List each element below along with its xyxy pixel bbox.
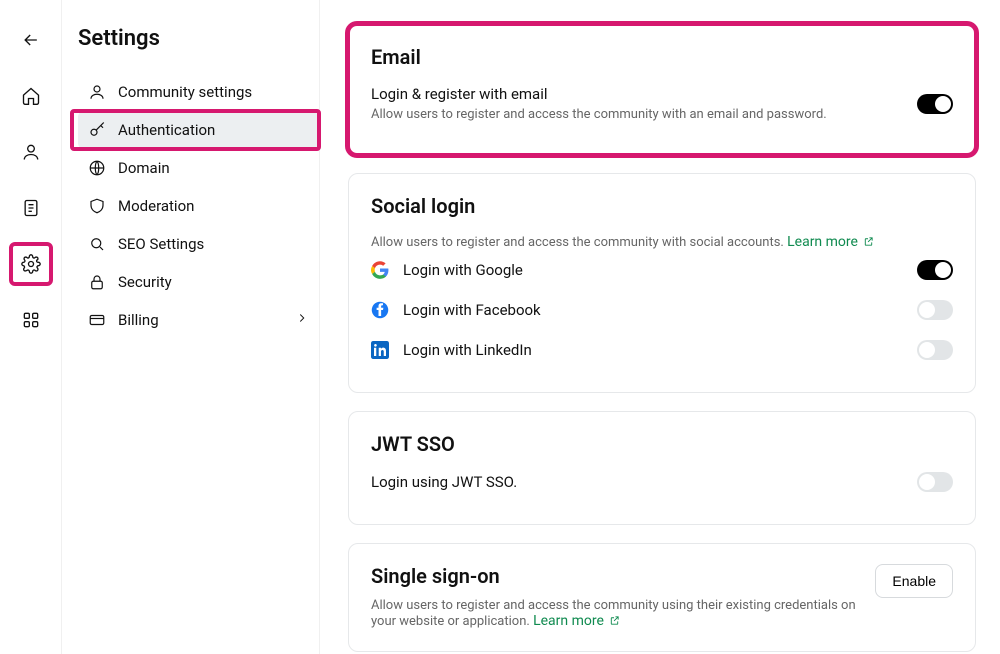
sso-learn-more-link[interactable]: Learn more (533, 613, 620, 629)
home-icon (21, 86, 41, 106)
nav-home[interactable] (11, 76, 51, 116)
back-button[interactable] (11, 20, 51, 60)
card-heading: Single sign-on (371, 564, 875, 588)
sidebar-item-label: Authentication (118, 121, 215, 139)
icon-rail (0, 0, 62, 654)
toggle-email-login[interactable] (917, 94, 953, 114)
nav-content[interactable] (11, 188, 51, 228)
sidebar-item-moderation[interactable]: Moderation (78, 187, 319, 225)
toggle-google[interactable] (917, 260, 953, 280)
settings-sidebar: Settings Community settings Authenticati… (62, 0, 320, 654)
external-link-icon (863, 236, 874, 247)
shield-icon (88, 197, 106, 215)
nav-people[interactable] (11, 132, 51, 172)
search-icon (88, 235, 106, 253)
email-login-sub: Allow users to register and access the c… (371, 107, 827, 122)
sidebar-item-domain[interactable]: Domain (78, 149, 319, 187)
sidebar-item-label: Moderation (118, 197, 194, 215)
sidebar-item-community[interactable]: Community settings (78, 73, 319, 111)
card-social-login: Social login Allow users to register and… (348, 173, 976, 393)
lock-icon (88, 273, 106, 291)
sidebar-item-label: Domain (118, 159, 170, 177)
provider-label: Login with Facebook (403, 301, 541, 319)
chevron-right-icon (295, 311, 309, 329)
social-learn-more-link[interactable]: Learn more (787, 234, 874, 250)
card-sso: Single sign-on Allow users to register a… (348, 543, 976, 652)
provider-label: Login with Google (403, 261, 523, 279)
apps-icon (21, 310, 41, 330)
toggle-facebook[interactable] (917, 300, 953, 320)
settings-menu: Community settings Authentication Domain… (78, 73, 319, 339)
card-jwt: JWT SSO Login using JWT SSO. (348, 411, 976, 525)
globe-icon (88, 159, 106, 177)
linkedin-icon (371, 341, 389, 359)
email-login-title: Login & register with email (371, 85, 827, 103)
social-desc: Allow users to register and access the c… (371, 234, 953, 250)
gear-icon (21, 254, 41, 274)
provider-label: Login with LinkedIn (403, 341, 532, 359)
user-icon (88, 83, 106, 101)
facebook-icon (371, 301, 389, 319)
key-icon (88, 121, 106, 139)
card-heading: JWT SSO (371, 432, 953, 456)
row-linkedin: Login with LinkedIn (371, 330, 953, 370)
sidebar-item-label: Community settings (118, 83, 252, 101)
row-google: Login with Google (371, 250, 953, 290)
main-content: Email Login & register with email Allow … (320, 0, 1000, 654)
sso-enable-button[interactable]: Enable (875, 564, 953, 598)
row-facebook: Login with Facebook (371, 290, 953, 330)
sidebar-item-security[interactable]: Security (78, 263, 319, 301)
card-heading: Email (371, 45, 953, 69)
arrow-left-icon (21, 30, 41, 50)
document-icon (21, 198, 41, 218)
card-heading: Social login (371, 194, 953, 218)
external-link-icon (609, 615, 620, 626)
sidebar-item-label: Billing (118, 311, 159, 329)
card-icon (88, 311, 106, 329)
sso-desc: Allow users to register and access the c… (371, 598, 875, 629)
sidebar-item-label: Security (118, 273, 172, 291)
sidebar-item-label: SEO Settings (118, 235, 204, 253)
nav-settings[interactable] (11, 244, 51, 284)
toggle-linkedin[interactable] (917, 340, 953, 360)
sidebar-item-authentication[interactable]: Authentication (78, 111, 319, 149)
toggle-jwt[interactable] (917, 472, 953, 492)
user-icon (21, 142, 41, 162)
sidebar-item-billing[interactable]: Billing (78, 301, 319, 339)
google-icon (371, 261, 389, 279)
sidebar-item-seo[interactable]: SEO Settings (78, 225, 319, 263)
nav-apps[interactable] (11, 300, 51, 340)
jwt-desc: Login using JWT SSO. (371, 473, 517, 491)
sidebar-title: Settings (78, 26, 319, 51)
card-email: Email Login & register with email Allow … (348, 24, 976, 155)
